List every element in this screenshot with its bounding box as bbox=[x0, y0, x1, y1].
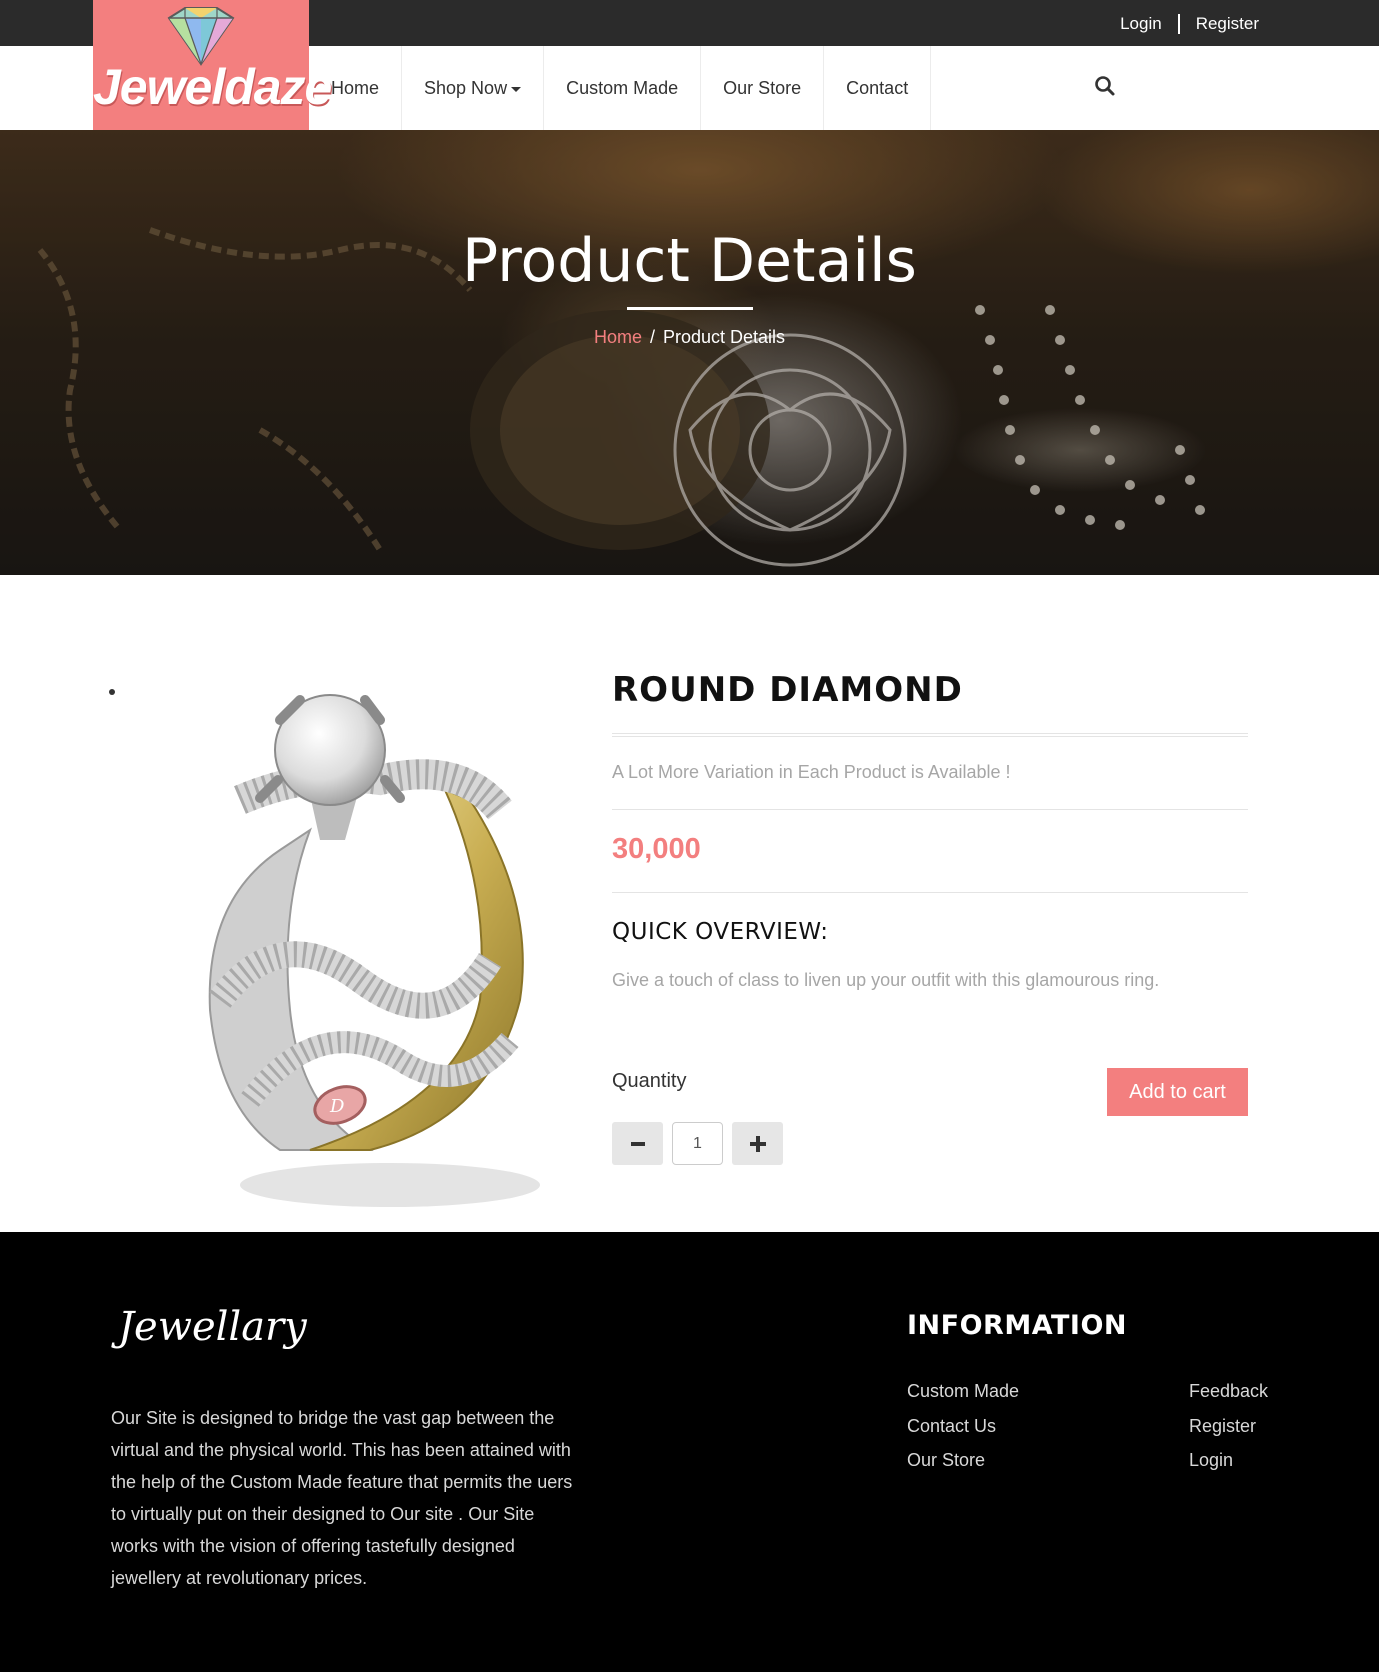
nav-item-custom-made[interactable]: Custom Made bbox=[544, 46, 702, 130]
footer-link-register[interactable]: Register bbox=[1189, 1409, 1268, 1444]
plus-icon bbox=[749, 1135, 766, 1152]
nav-item-label: Contact bbox=[846, 77, 909, 98]
quantity-decrease-button[interactable] bbox=[612, 1122, 663, 1165]
footer-link-login[interactable]: Login bbox=[1189, 1443, 1268, 1478]
divider bbox=[612, 733, 1248, 734]
page: Login Register Home Shop Now Custom Made… bbox=[0, 0, 1379, 1672]
product-price: 30,000 bbox=[612, 833, 701, 865]
breadcrumb-current: Product Details bbox=[662, 327, 786, 347]
auth-divider bbox=[1177, 14, 1180, 34]
svg-text:D: D bbox=[329, 1096, 345, 1117]
breadcrumb-home-link[interactable]: Home bbox=[594, 327, 642, 347]
breadcrumb-separator: / bbox=[649, 327, 655, 347]
search-icon[interactable] bbox=[1093, 74, 1117, 98]
login-link[interactable]: Login bbox=[1120, 14, 1162, 34]
divider bbox=[612, 892, 1248, 893]
product-info: ROUND DIAMOND A Lot More Variation in Ea… bbox=[612, 670, 1248, 1165]
brand-logo[interactable]: Jeweldaze bbox=[93, 0, 332, 130]
nav-item-our-store[interactable]: Our Store bbox=[701, 46, 825, 130]
minus-icon bbox=[630, 1141, 645, 1146]
quantity-input[interactable] bbox=[672, 1122, 723, 1165]
quantity-increase-button[interactable] bbox=[732, 1122, 783, 1165]
overview-heading: QUICK OVERVIEW: bbox=[612, 919, 829, 945]
nav-item-shop-now[interactable]: Shop Now bbox=[402, 46, 545, 130]
product-title: ROUND DIAMOND bbox=[612, 670, 963, 710]
nav-item-label: Our Store bbox=[723, 77, 802, 98]
hero-banner: Product Details Home / Product Details bbox=[0, 130, 1379, 575]
hero-overlay bbox=[0, 130, 1379, 575]
quantity-label: Quantity bbox=[612, 1070, 687, 1092]
footer-info-heading: INFORMATION bbox=[907, 1310, 1128, 1341]
divider bbox=[612, 809, 1248, 810]
footer-links-col2: Feedback Register Login bbox=[1189, 1374, 1268, 1478]
add-to-cart-button[interactable]: Add to cart bbox=[1107, 1068, 1248, 1116]
nav-item-contact[interactable]: Contact bbox=[824, 46, 932, 130]
overview-text: Give a touch of class to liven up your o… bbox=[612, 970, 1160, 990]
footer-links-col1: Custom Made Contact Us Our Store bbox=[907, 1374, 1019, 1478]
product-subtitle: A Lot More Variation in Each Product is … bbox=[612, 762, 1011, 782]
footer-logo: Jewellary bbox=[118, 1304, 307, 1350]
brand-name: Jeweldaze bbox=[93, 59, 332, 115]
register-link[interactable]: Register bbox=[1196, 14, 1259, 34]
footer-about-text: Our Site is designed to bridge the vast … bbox=[111, 1408, 573, 1588]
footer-link-contact-us[interactable]: Contact Us bbox=[907, 1409, 1019, 1444]
footer-link-custom-made[interactable]: Custom Made bbox=[907, 1374, 1019, 1409]
footer-link-feedback[interactable]: Feedback bbox=[1189, 1374, 1268, 1409]
nav-item-label: Custom Made bbox=[566, 77, 679, 98]
breadcrumb: Home / Product Details bbox=[0, 327, 1379, 348]
auth-links: Login Register bbox=[1120, 14, 1259, 34]
title-underline bbox=[627, 307, 753, 310]
nav-item-label: Home bbox=[331, 77, 380, 98]
nav-item-label: Shop Now bbox=[424, 77, 508, 98]
product-image: D bbox=[208, 694, 540, 1207]
quantity-stepper bbox=[612, 1122, 783, 1165]
page-title: Product Details bbox=[462, 226, 917, 296]
caret-down-icon bbox=[511, 86, 522, 92]
divider bbox=[612, 736, 1248, 737]
footer: Jewellary Our Site is designed to bridge… bbox=[0, 1232, 1379, 1672]
gallery-bullet bbox=[109, 689, 115, 695]
footer-link-our-store[interactable]: Our Store bbox=[907, 1443, 1019, 1478]
main-menu: Home Shop Now Custom Made Our Store Cont… bbox=[309, 46, 932, 130]
